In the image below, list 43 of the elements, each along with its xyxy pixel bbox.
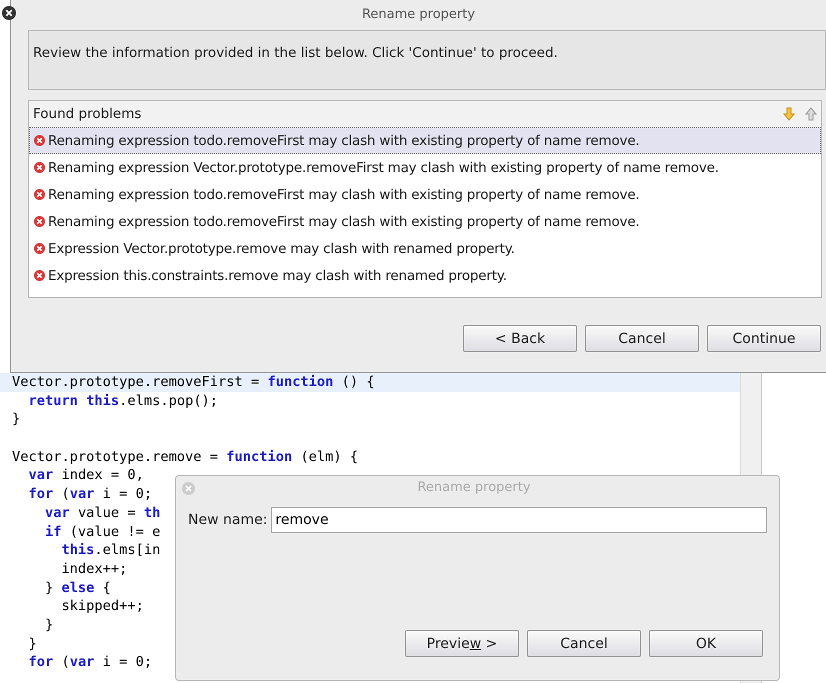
dialog-button[interactable]: OK [649, 630, 763, 657]
list-heading: Found problems [33, 106, 142, 122]
arrow-down-icon[interactable] [783, 107, 795, 121]
error-icon [34, 243, 45, 254]
dialog-button[interactable]: < Back [463, 325, 577, 352]
error-icon [34, 135, 45, 146]
dialog-button[interactable]: Continue [707, 325, 821, 352]
code-line: if (value != e [44, 524, 160, 540]
info-message: Review the information provided in the list below. Click 'Continue' to proceed. [28, 30, 826, 90]
problem-row[interactable]: Renaming expression todo.removeFirst may clash with existing property of name remove. [29, 127, 821, 154]
error-icon [34, 216, 45, 227]
code-line: for (var i = 0; [27, 654, 152, 670]
code-line: } [44, 616, 54, 633]
error-icon [34, 162, 45, 173]
dialog-button[interactable]: Cancel [527, 630, 641, 657]
field-label: New name: [188, 512, 268, 528]
code-line: } [27, 636, 37, 652]
window-title: Rename property [360, 6, 476, 22]
code-line: } else { [44, 580, 111, 596]
dialog-button[interactable]: Preview > [405, 630, 519, 657]
code-line: skipped++; [60, 598, 144, 614]
code-line: } [12, 411, 20, 428]
code-line: index++; [60, 560, 128, 577]
name-input[interactable]: remove [271, 507, 767, 533]
problem-text: Renaming expression Vector.prototype.removeFirst may clash with existing property of name remove. [48, 160, 719, 176]
problem-text: Expression this.constraints.remove may clash with renamed property. [48, 268, 507, 284]
code-line: for (var i = 0; [27, 486, 152, 502]
problem-text: Renaming expression todo.removeFirst may clash with existing property of name remove. [48, 186, 640, 202]
error-icon [34, 270, 45, 281]
code-line: var index = 0, [27, 467, 144, 484]
code-line: Vector.prototype.removeFirst = function () { [12, 374, 375, 390]
close-icon[interactable] [2, 6, 16, 20]
problem-text: Expression Vector.prototype.remove may clash with renamed property. [48, 240, 515, 256]
arrow-up-icon[interactable] [805, 107, 817, 121]
error-icon [34, 189, 45, 200]
code-line: this.elms[in [60, 542, 160, 558]
code-line: Vector.prototype.remove = function (elm) { [12, 448, 358, 465]
code-line: return this.elms.pop(); [27, 392, 218, 409]
problem-text: Renaming expression todo.removeFirst may clash with existing property of name remove. [48, 214, 640, 230]
dialog-title: Rename property [416, 479, 532, 497]
dialog-button[interactable]: Cancel [585, 325, 699, 352]
code-line: var value = th [44, 504, 160, 521]
problem-text: Renaming expression todo.removeFirst may clash with existing property of name remove. [48, 132, 640, 148]
